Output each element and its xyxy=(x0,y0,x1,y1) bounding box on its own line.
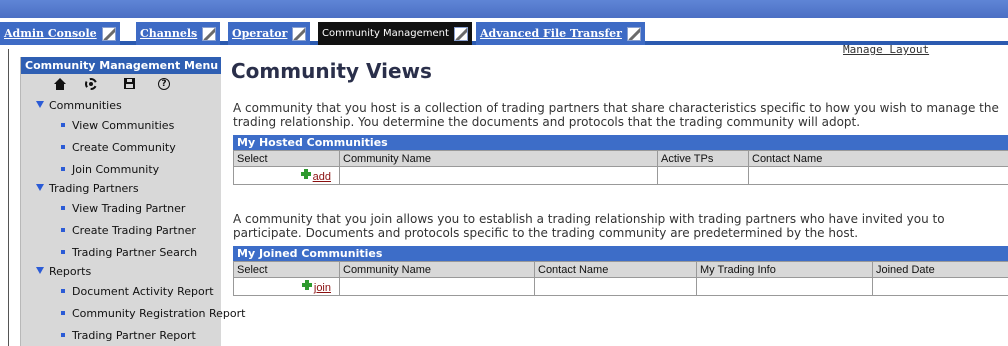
tab-advanced-file-transfer[interactable]: Advanced File Transfer xyxy=(476,22,645,45)
menu-section-communities[interactable]: Communities xyxy=(36,99,122,112)
help-icon[interactable]: ? xyxy=(158,78,171,91)
table-header-row: Select Community Name Contact Name My Tr… xyxy=(233,261,1008,278)
tab-admin-console[interactable]: Admin Console xyxy=(0,22,120,45)
hosted-communities-table: Select Community Name Active TPs Contact… xyxy=(233,150,1008,185)
menu-item-document-activity-report[interactable]: Document Activity Report xyxy=(61,285,214,298)
item-label: Document Activity Report xyxy=(72,285,214,298)
section-label: Communities xyxy=(49,99,122,112)
table-cell xyxy=(534,277,697,296)
tab-strip: Admin Console Channels Operator Communit… xyxy=(0,18,1008,56)
tab-community-management[interactable]: Community Management xyxy=(318,22,472,45)
menu-item-trading-partner-search[interactable]: Trading Partner Search xyxy=(61,246,197,259)
column-header-contact-name: Contact Name xyxy=(534,261,697,278)
bullet-icon xyxy=(61,289,65,293)
hosted-description: A community that you host is a collectio… xyxy=(233,101,999,129)
add-cell: add xyxy=(233,166,340,185)
menu-section-trading-partners[interactable]: Trading Partners xyxy=(36,182,139,195)
table-row: add xyxy=(233,166,1008,185)
table-cell xyxy=(748,166,1008,185)
table-header-row: Select Community Name Active TPs Contact… xyxy=(233,150,1008,167)
item-label: View Trading Partner xyxy=(72,202,186,215)
menu-item-create-community[interactable]: Create Community xyxy=(61,141,176,154)
expand-triangle-icon xyxy=(36,267,44,274)
community-management-menu: Community Management Menu ? Communities … xyxy=(20,57,245,346)
column-header-community-name: Community Name xyxy=(339,261,535,278)
section-label: Reports xyxy=(49,265,92,278)
edit-icon[interactable] xyxy=(626,26,641,41)
bullet-icon xyxy=(61,123,65,127)
join-link[interactable]: join xyxy=(314,282,331,294)
tab-label: Channels xyxy=(140,27,198,40)
expand-triangle-icon xyxy=(36,101,44,108)
item-label: Community Registration Report xyxy=(72,307,246,320)
bullet-icon xyxy=(61,145,65,149)
tab-channels[interactable]: Channels xyxy=(136,22,221,45)
panel-edge xyxy=(8,49,9,346)
joined-description: A community that you join allows you to … xyxy=(233,212,945,240)
column-header-select: Select xyxy=(233,150,340,167)
menu-item-view-communities[interactable]: View Communities xyxy=(61,119,174,132)
tab-label: Operator xyxy=(232,27,288,40)
bullet-icon xyxy=(61,167,65,171)
tab-label: Advanced File Transfer xyxy=(480,27,622,40)
bullet-icon xyxy=(61,206,65,210)
menu-icon-bar: ? xyxy=(21,74,221,95)
bullet-icon xyxy=(61,228,65,232)
section-label: Trading Partners xyxy=(49,182,139,195)
menu-item-view-trading-partner[interactable]: View Trading Partner xyxy=(61,202,185,215)
expand-triangle-icon xyxy=(36,184,44,191)
item-label: Trading Partner Search xyxy=(72,246,198,259)
table-cell xyxy=(872,277,1008,296)
save-icon[interactable] xyxy=(124,78,137,91)
menu-item-trading-partner-report[interactable]: Trading Partner Report xyxy=(61,329,196,342)
tab-label: Admin Console xyxy=(4,27,97,40)
home-icon[interactable] xyxy=(54,78,67,91)
menu-item-create-trading-partner[interactable]: Create Trading Partner xyxy=(61,224,196,237)
column-header-active-tps: Active TPs xyxy=(657,150,749,167)
join-cell: join xyxy=(233,277,340,296)
table-cell xyxy=(339,277,535,296)
column-header-contact-name: Contact Name xyxy=(748,150,1008,167)
column-header-select: Select xyxy=(233,261,340,278)
item-label: Create Trading Partner xyxy=(72,224,196,237)
menu-item-community-registration-report[interactable]: Community Registration Report xyxy=(61,307,245,320)
menu-item-join-community[interactable]: Join Community xyxy=(61,163,159,176)
tab-operator[interactable]: Operator xyxy=(228,22,311,45)
plus-icon[interactable] xyxy=(300,168,311,179)
tab-label: Community Management xyxy=(322,28,449,39)
joined-communities-header: My Joined Communities xyxy=(233,246,1008,261)
column-header-my-trading-info: My Trading Info xyxy=(696,261,873,278)
edit-icon[interactable] xyxy=(453,26,468,41)
edit-icon[interactable] xyxy=(202,26,217,41)
menu-title: Community Management Menu xyxy=(21,57,221,74)
page-title: Community Views xyxy=(231,59,432,83)
left-panel: Community Management Menu ? Communities … xyxy=(0,49,245,346)
gear-icon[interactable] xyxy=(85,78,98,91)
add-link[interactable]: add xyxy=(313,171,331,183)
item-label: Trading Partner Report xyxy=(72,329,196,342)
main-content: Community Views A community that you hos… xyxy=(221,49,1008,346)
top-banner xyxy=(0,0,1008,18)
column-header-joined-date: Joined Date xyxy=(872,261,1008,278)
joined-communities-table: Select Community Name Contact Name My Tr… xyxy=(233,261,1008,296)
menu-section-reports[interactable]: Reports xyxy=(36,265,91,278)
plus-icon[interactable] xyxy=(301,279,312,290)
table-cell xyxy=(696,277,873,296)
column-header-community-name: Community Name xyxy=(339,150,658,167)
item-label: Create Community xyxy=(72,141,176,154)
edit-icon[interactable] xyxy=(101,26,116,41)
item-label: Join Community xyxy=(72,163,160,176)
hosted-communities-header: My Hosted Communities xyxy=(233,135,1008,150)
edit-icon[interactable] xyxy=(292,26,307,41)
table-cell xyxy=(657,166,749,185)
table-row: join xyxy=(233,277,1008,296)
bullet-icon xyxy=(61,311,65,315)
bullet-icon xyxy=(61,333,65,337)
table-cell xyxy=(339,166,658,185)
item-label: View Communities xyxy=(72,119,175,132)
bullet-icon xyxy=(61,250,65,254)
